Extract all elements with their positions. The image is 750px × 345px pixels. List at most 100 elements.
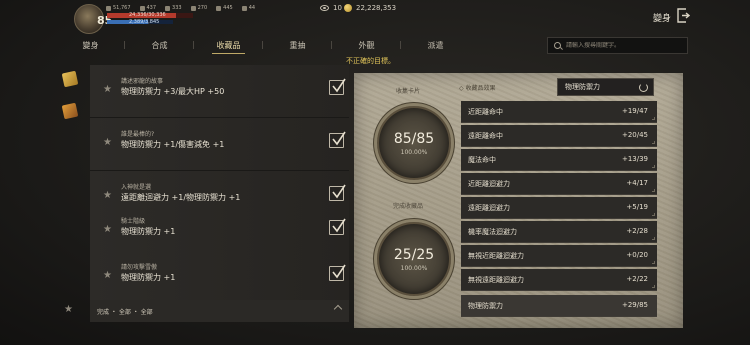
favorite-star-icon[interactable]: ★: [103, 84, 112, 95]
filter-footer[interactable]: 完成 ・ 全部 ・ 全部: [90, 300, 349, 322]
effect-row: 魔法命中 +13/39: [461, 149, 657, 171]
cards-percent: 100.00%: [400, 148, 428, 156]
effect-value: +20/45: [621, 131, 648, 139]
collection-screen: 85 51,767 437 333 270 445 44 24,336/30,3…: [0, 0, 750, 345]
coin-icon: [344, 4, 352, 12]
tab-dispatch[interactable]: 派遣: [401, 35, 470, 55]
collection-name: 講述邪龍的故事: [121, 78, 164, 85]
effect-name: 物理防禦力: [468, 301, 503, 310]
checkmark-icon: [329, 184, 346, 201]
collection-effect: 物理防禦力 +1: [121, 227, 176, 236]
effect-name: 遠距離命中: [468, 131, 503, 140]
favorite-star-icon[interactable]: ★: [103, 137, 112, 148]
favorite-star-icon[interactable]: ★: [103, 224, 112, 235]
effect-row: 近距離迴避力 +4/17: [461, 173, 657, 195]
effect-value: +19/47: [621, 107, 648, 115]
stat-icon: [165, 5, 171, 11]
hp-bar: 24,336/30,336: [107, 12, 193, 18]
exit-icon[interactable]: [676, 8, 690, 23]
tab-synthesis[interactable]: 合成: [125, 35, 194, 55]
eye-counter: 10: [320, 4, 342, 12]
effect-value: +4/17: [626, 179, 648, 187]
effect-row: 物理防禦力 +29/85: [461, 295, 657, 317]
stat-icon: [106, 5, 111, 11]
checkmark-icon: [329, 264, 346, 281]
tab-collection[interactable]: 收藏品: [194, 35, 263, 55]
collection-book-gold-icon[interactable]: [61, 70, 79, 88]
effect-name: 無視遠距離迴避力: [468, 275, 524, 284]
favorite-star-icon[interactable]: ★: [103, 270, 112, 281]
stat-item: 44: [241, 5, 255, 11]
collection-effect: 物理防禦力 +1/傷害減免 +1: [121, 140, 225, 149]
tab-transform[interactable]: 變身: [56, 35, 125, 55]
effect-row: 無視遠距離迴避力 +2/22: [461, 269, 657, 291]
stat-icon: [241, 5, 247, 11]
page-title: 變身: [653, 14, 672, 24]
effects-filter-dropdown[interactable]: 物理防禦力: [557, 78, 654, 96]
effect-value: +29/85: [621, 301, 648, 309]
refresh-icon[interactable]: [639, 83, 648, 92]
cards-progress-ring: 85/85 100.00%: [377, 106, 451, 180]
collection-name: 請勿攻擊雪傲: [121, 264, 158, 271]
collection-effect: 遠距離迴避力 +1/物理防禦力 +1: [121, 193, 241, 202]
corner-mark: [652, 165, 655, 168]
stat-item: 437: [139, 5, 156, 11]
collection-name: 騎士階級: [121, 218, 146, 225]
checkmark-icon: [329, 131, 346, 148]
hp-text: 24,336/30,336: [129, 12, 166, 18]
effect-name: 遠距離迴避力: [468, 203, 510, 212]
effect-name: 近距離命中: [468, 107, 503, 116]
collection-name: 誰是最棒的?: [121, 131, 155, 138]
effect-value: +2/28: [626, 227, 648, 235]
search-input[interactable]: [566, 42, 686, 49]
corner-mark: [652, 237, 655, 240]
collection-name: 入神就是選: [121, 184, 152, 191]
effect-name: 魔法命中: [468, 155, 496, 164]
complete-label: 完成收藏品: [393, 203, 424, 210]
stats-row: 51,767 437 333 270 445 44: [106, 5, 255, 11]
filter-footer-text: 完成 ・ 全部 ・ 全部: [97, 308, 153, 316]
collection-effect: 物理防禦力 +3/最大HP +50: [121, 87, 225, 96]
effect-name: 無視近距離迴避力: [468, 251, 524, 260]
mp-bar: 2,389/3,845: [107, 19, 173, 25]
corner-mark: [652, 141, 655, 144]
stat-icon: [139, 5, 145, 11]
checkmark-icon: [329, 78, 346, 95]
collection-item[interactable]: ★ 誰是最棒的? 物理防禦力 +1/傷害減免 +1: [90, 118, 349, 171]
stat-icon: [190, 5, 196, 11]
corner-mark: [652, 261, 655, 264]
stat-icon: [216, 5, 222, 11]
cards-label: 收集卡片: [396, 88, 421, 95]
complete-value: 25/25: [393, 246, 435, 263]
search-box: [547, 37, 688, 54]
corner-mark: [652, 213, 655, 216]
collection-item[interactable]: ★ 講述邪龍的故事 物理防禦力 +3/最大HP +50: [90, 65, 349, 118]
corner-mark: [652, 285, 655, 288]
stat-item: 333: [165, 5, 182, 11]
warning-message: 不正確的目標。: [346, 57, 395, 65]
stat-item: 270: [190, 5, 207, 11]
corner-mark: [652, 189, 655, 192]
eye-icon: [320, 5, 329, 11]
effect-row: 遠距離迴避力 +5/19: [461, 197, 657, 219]
gold-counter: 22,228,353: [344, 4, 396, 12]
cards-value: 85/85: [393, 130, 435, 147]
favorite-star-icon[interactable]: ★: [103, 190, 112, 201]
tab-appearance[interactable]: 外觀: [332, 35, 401, 55]
favorite-filter-star-icon[interactable]: ★: [64, 304, 73, 315]
checkmark-icon: [329, 218, 346, 235]
tab-bar: 變身 合成 收藏品 重抽 外觀 派遣: [56, 35, 540, 55]
collection-item[interactable]: ★ 請勿攻擊雪傲 物理防禦力 +1: [90, 251, 349, 304]
search-icon[interactable]: [554, 42, 561, 49]
tab-reroll[interactable]: 重抽: [263, 35, 332, 55]
mp-text: 2,389/3,845: [129, 19, 160, 25]
effect-row: 遠距離命中 +20/45: [461, 125, 657, 147]
effect-name: 機率魔法迴避力: [468, 227, 517, 236]
chevron-up-icon[interactable]: [333, 304, 343, 314]
complete-progress-ring: 25/25 100.00%: [377, 222, 451, 296]
effect-row: 近距離命中 +19/47: [461, 101, 657, 123]
effect-value: +0/20: [626, 251, 648, 259]
effects-header: ◇ 收藏品效果: [459, 85, 496, 92]
collection-effect: 物理防禦力 +1: [121, 273, 176, 282]
collection-book-orange-icon[interactable]: [61, 102, 79, 120]
